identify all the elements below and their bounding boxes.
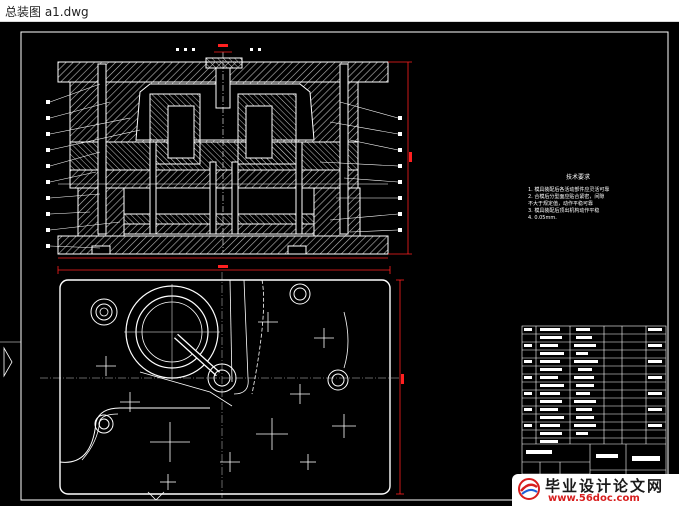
bom-text-marks <box>524 328 662 461</box>
notes-line: 2. 合模后分型面应贴合紧密，间隙 <box>528 194 605 200</box>
window-title: 总装图 a1.dwg <box>5 5 89 19</box>
notes-line: 3. 模具装配后顶出机构动作平稳 <box>528 208 600 214</box>
cad-drawing-canvas[interactable]: 技术要求 1. 模具装配后各活动部件应灵活可靠 2. 合模后分型面应贴合紧密，间… <box>0 22 679 506</box>
notes-line: 4. 0.05mm. <box>528 215 557 221</box>
notes-title: 技术要求 <box>565 174 590 181</box>
cad-drawing <box>0 31 669 501</box>
technical-requirements-note: 技术要求 1. 模具装配后各活动部件应灵活可靠 2. 合模后分型面应贴合紧密，间… <box>528 172 628 222</box>
mold-section-view <box>46 44 412 259</box>
sheet-edge-marker <box>3 346 13 378</box>
window-titlebar: 总装图 a1.dwg <box>0 0 679 22</box>
watermark-url: www.56doc.com <box>548 493 640 504</box>
notes-line: 1. 模具装配后各活动部件应灵活可靠 <box>528 187 610 193</box>
notes-line: 不大于规定值，动作平稳可靠 <box>528 201 594 207</box>
globe-logo-icon <box>518 478 540 500</box>
mold-plan-view <box>40 265 404 498</box>
site-watermark: 毕业设计论文网 www.56doc.com <box>512 474 679 506</box>
